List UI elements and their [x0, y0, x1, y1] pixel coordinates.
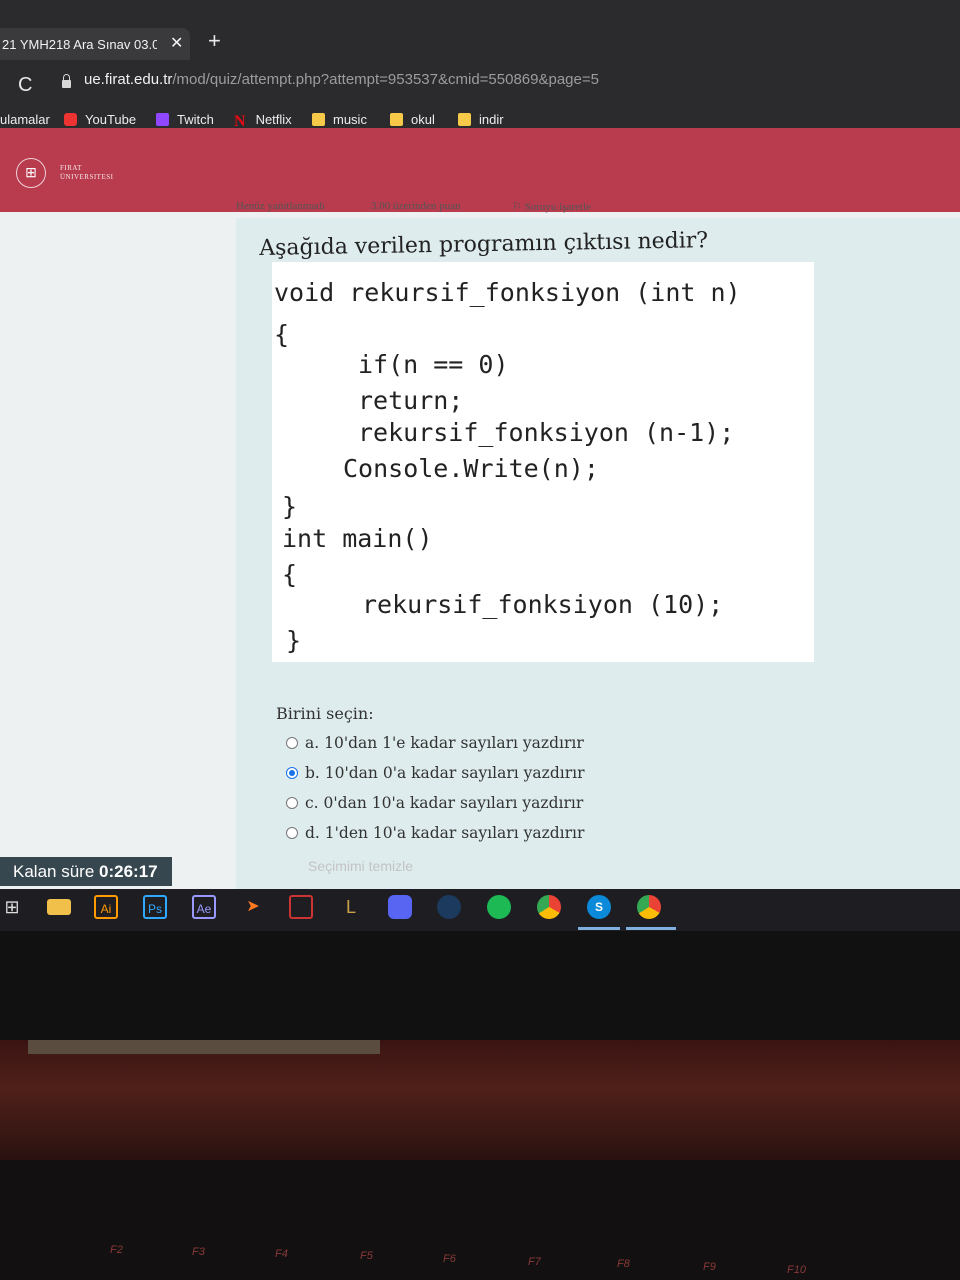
bookmark-label: music — [333, 112, 367, 127]
bookmark-label: ulamalar — [0, 112, 50, 127]
skype-icon[interactable]: S — [587, 895, 611, 919]
logo-line-2: ÜNIVERSITESI — [60, 173, 114, 181]
bookmark-okul[interactable]: okul — [390, 112, 435, 127]
bookmark-indir[interactable]: indir — [458, 112, 504, 127]
url-host: ue.firat.edu.tr — [84, 71, 173, 88]
timer-label: Kalan süre — [13, 862, 95, 881]
code-line: Console.Write(n); — [343, 454, 599, 483]
option-label: b. 10'dan 0'a kadar sayıları yazdırır — [305, 764, 585, 782]
code-line: rekursif_fonksiyon (10); — [362, 590, 724, 619]
radio-button[interactable] — [286, 797, 298, 809]
bookmark-label: Netflix — [255, 112, 292, 127]
bookmark-music[interactable]: music — [312, 112, 367, 127]
twitch-icon — [156, 113, 169, 126]
windows-start-icon[interactable]: ⊞ — [0, 895, 24, 919]
chrome-icon[interactable] — [537, 895, 561, 919]
browser-chrome: 21 YMH218 Ara Sınav 03.05.2( ✕ + C ue.fi… — [0, 0, 960, 135]
bookmark-netflix[interactable]: N Netflix — [234, 112, 292, 130]
remaining-time: Kalan süre 0:26:17 — [0, 857, 172, 886]
youtube-icon — [64, 113, 77, 126]
flag-icon: ⚐ — [512, 201, 522, 213]
code-line: int main() — [282, 524, 433, 553]
tab-title: 21 YMH218 Ara Sınav 03.05.2( — [2, 37, 157, 52]
code-line: return; — [358, 386, 464, 415]
option-label: c. 0'dan 10'a kadar sayıları yazdırır — [305, 794, 584, 812]
bookmark-youtube[interactable]: YouTube — [64, 112, 136, 127]
code-line: } — [286, 626, 302, 655]
steam-icon[interactable] — [437, 895, 461, 919]
keyboard: F2 F3 F4 F5 F6 F7 F8 F9 F10 — [0, 1160, 960, 1280]
folder-icon — [390, 113, 403, 126]
book-app-icon[interactable]: L — [339, 895, 363, 919]
browser-tab[interactable]: 21 YMH218 Ara Sınav 03.05.2( ✕ — [0, 28, 190, 60]
reload-icon[interactable]: C — [18, 74, 32, 97]
code-line: { — [274, 320, 290, 349]
spotify-icon[interactable] — [487, 895, 511, 919]
key-f4: F4 — [275, 1248, 288, 1260]
chrome-active-icon[interactable] — [637, 895, 661, 919]
answer-prompt: Birini seçin: — [276, 704, 374, 723]
key-f3: F3 — [192, 1246, 205, 1258]
laptop-deck — [0, 1040, 960, 1160]
key-f6: F6 — [443, 1253, 456, 1265]
key-f8: F8 — [617, 1258, 630, 1270]
question-status: Henüz yanıtlanmadı — [236, 200, 325, 212]
bookmark-label: YouTube — [85, 112, 137, 127]
radio-button[interactable] — [286, 827, 298, 839]
code-line: } — [282, 492, 298, 521]
bookmark-label: okul — [411, 112, 435, 127]
mail-app-icon[interactable] — [289, 895, 313, 919]
skype-active-indicator — [578, 927, 620, 930]
logo-line-1: FIRAT — [60, 164, 82, 172]
netflix-icon: N — [234, 113, 246, 130]
arrow-app-icon[interactable]: ➤ — [241, 895, 265, 919]
timer-value: 0:26:17 — [99, 862, 158, 881]
bookmarks-bar: ulamalar YouTube Twitch N Netflix music o… — [0, 98, 960, 132]
close-tab-icon[interactable]: ✕ — [170, 33, 183, 53]
university-logo-icon[interactable]: ⊞ — [16, 158, 46, 188]
photoshop-icon[interactable]: Ps — [143, 895, 167, 919]
question-points: 3.00 üzerinden puan — [371, 200, 461, 212]
option-label: d. 1'den 10'a kadar sayıları yazdırır — [305, 824, 585, 842]
discord-icon[interactable] — [388, 895, 412, 919]
after-effects-icon[interactable]: Ae — [192, 895, 216, 919]
flag-question-link[interactable]: ⚐ Soruyu işaretle — [512, 200, 591, 213]
chrome-active-indicator — [626, 927, 676, 930]
code-line: if(n == 0) — [358, 350, 509, 379]
bookmark-twitch[interactable]: Twitch — [156, 112, 214, 127]
file-explorer-icon[interactable] — [47, 899, 71, 915]
illustrator-icon[interactable]: Ai — [94, 895, 118, 919]
key-f10: F10 — [787, 1264, 806, 1276]
radio-button-selected[interactable] — [286, 767, 298, 779]
code-line: { — [282, 560, 298, 589]
site-header: ⊞ FIRAT ÜNIVERSITESI — [0, 128, 960, 212]
bookmark-apps[interactable]: ulamalar — [0, 112, 50, 127]
code-block: void rekursif_fonksiyon (int n) { if(n =… — [272, 262, 814, 662]
bookmark-label: indir — [479, 112, 504, 127]
key-f7: F7 — [528, 1256, 541, 1268]
windows-taskbar: ⊞ Ai Ps Ae ➤ L S — [0, 889, 960, 931]
lock-icon — [62, 74, 71, 88]
code-line: void rekursif_fonksiyon (int n) — [274, 278, 741, 307]
laptop-screen: 21 YMH218 Ara Sınav 03.05.2( ✕ + C ue.fi… — [0, 0, 960, 895]
code-line: rekursif_fonksiyon (n-1); — [358, 418, 735, 447]
clear-choice-link[interactable]: Seçimimi temizle — [308, 858, 413, 874]
flag-label: Soruyu işaretle — [524, 201, 591, 213]
url-path: /mod/quiz/attempt.php?attempt=953537&cmi… — [172, 71, 599, 88]
folder-icon — [458, 113, 471, 126]
new-tab-button[interactable]: + — [208, 28, 221, 54]
laptop-hinge-strip — [28, 1040, 380, 1054]
address-bar[interactable]: ue.firat.edu.tr/mod/quiz/attempt.php?att… — [84, 71, 599, 88]
key-f2: F2 — [110, 1244, 123, 1256]
radio-button[interactable] — [286, 737, 298, 749]
laptop-bezel — [0, 931, 960, 1041]
option-label: a. 10'dan 1'e kadar sayıları yazdırır — [305, 734, 584, 752]
university-name: FIRAT ÜNIVERSITESI — [60, 164, 113, 182]
folder-icon — [312, 113, 325, 126]
bookmark-label: Twitch — [177, 112, 214, 127]
key-f5: F5 — [360, 1250, 373, 1262]
key-f9: F9 — [703, 1261, 716, 1273]
